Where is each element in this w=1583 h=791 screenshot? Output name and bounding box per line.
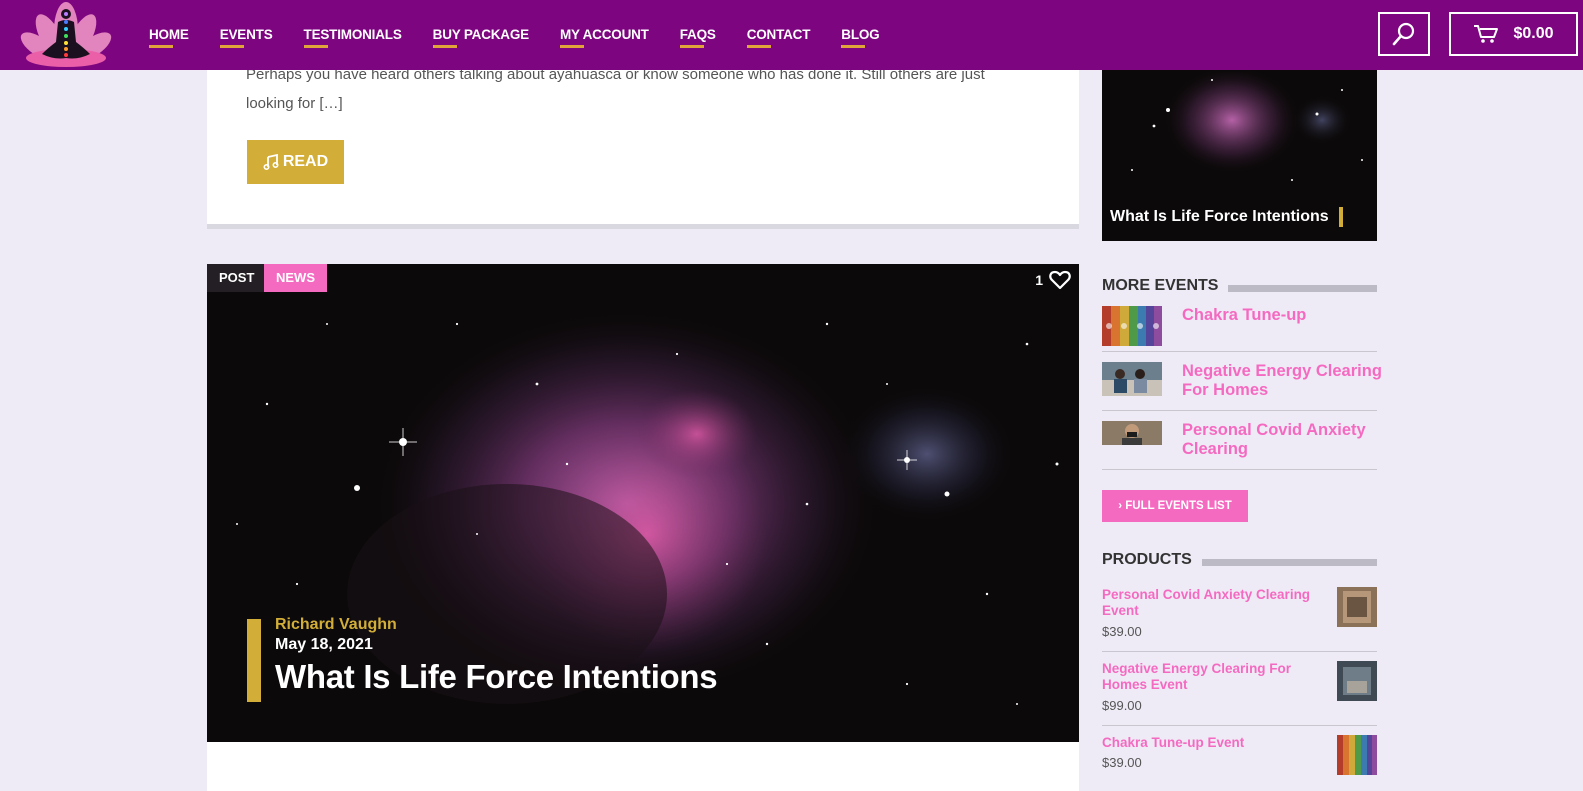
products-heading-text: PRODUCTS [1102, 551, 1192, 568]
heading-divider [1201, 558, 1377, 566]
nav-testimonials[interactable]: TESTIMONIALS [303, 27, 402, 48]
search-button[interactable] [1378, 12, 1430, 56]
product-thumb [1337, 587, 1377, 627]
product-thumb [1337, 735, 1377, 775]
event-item-covid-anxiety[interactable]: Personal Covid Anxiety Clearing [1102, 421, 1377, 470]
main-nav: HOME EVENTS TESTIMONIALS BUY PACKAGE MY … [149, 0, 910, 70]
event-thumb-chakra [1102, 306, 1162, 346]
post-card-previous: Perhaps you have heard others talking ab… [207, 60, 1079, 229]
nav-my-account[interactable]: MY ACCOUNT [559, 27, 649, 48]
nav-contact[interactable]: CONTACT [746, 27, 810, 48]
post-date: May 18, 2021 [275, 636, 373, 653]
accent-bar [247, 619, 261, 702]
sidebar-featured-title-text: What Is Life Force Intentions [1110, 208, 1329, 225]
music-note-icon [263, 154, 279, 170]
product-name[interactable]: Negative Energy Clearing For Homes Event [1102, 661, 1317, 693]
category-tag[interactable]: NEWS [264, 264, 327, 292]
sidebar-featured-title: What Is Life Force Intentions [1110, 207, 1343, 227]
product-price: $39.00 [1102, 755, 1142, 770]
event-item-negative-energy[interactable]: Negative Energy Clearing For Homes [1102, 362, 1382, 411]
heart-icon [1049, 270, 1071, 290]
nav-faqs[interactable]: FAQS [679, 27, 716, 48]
event-title[interactable]: Negative Energy Clearing For Homes [1182, 362, 1382, 400]
like-counter[interactable]: 1 [1035, 270, 1071, 290]
more-events-heading-text: MORE EVENTS [1102, 277, 1219, 294]
event-thumb-covid-anxiety [1102, 421, 1162, 445]
like-count: 1 [1035, 272, 1043, 288]
product-item-negative-energy[interactable]: Negative Energy Clearing For Homes Event… [1102, 661, 1377, 726]
heading-divider [1228, 284, 1377, 292]
product-name[interactable]: Personal Covid Anxiety Clearing Event [1102, 587, 1317, 619]
nav-blog[interactable]: BLOG [841, 27, 880, 48]
post-title[interactable]: What Is Life Force Intentions [275, 658, 718, 696]
site-logo[interactable] [20, 0, 112, 70]
search-icon [1392, 22, 1415, 46]
event-thumb-negative-energy [1102, 362, 1162, 396]
cart-total: $0.00 [1513, 25, 1554, 42]
product-name[interactable]: Chakra Tune-up Event [1102, 735, 1317, 751]
read-button[interactable]: READ [247, 140, 344, 184]
full-events-list-button[interactable]: › FULL EVENTS LIST [1102, 490, 1248, 522]
event-item-chakra[interactable]: Chakra Tune-up [1102, 306, 1377, 352]
post-type-tag[interactable]: POST [207, 264, 267, 292]
site-header: HOME EVENTS TESTIMONIALS BUY PACKAGE MY … [0, 0, 1583, 70]
product-thumb [1337, 661, 1377, 701]
event-title[interactable]: Personal Covid Anxiety Clearing [1182, 421, 1382, 459]
cart-icon [1474, 25, 1499, 43]
sidebar-featured-post[interactable]: What Is Life Force Intentions [1102, 60, 1377, 241]
nav-buy-package[interactable]: BUY PACKAGE [432, 27, 529, 48]
featured-post[interactable]: POST NEWS 1 Richard Vaughn May 18, 2021 … [207, 264, 1079, 742]
accent-bar [1338, 207, 1343, 227]
product-item-chakra[interactable]: Chakra Tune-up Event $39.00 [1102, 735, 1377, 791]
product-price: $99.00 [1102, 698, 1142, 713]
post-card-next [207, 742, 1079, 791]
read-label: READ [282, 153, 329, 170]
post-author[interactable]: Richard Vaughn [275, 616, 397, 634]
event-title[interactable]: Chakra Tune-up [1182, 306, 1382, 325]
products-heading: PRODUCTS [1102, 551, 1377, 569]
product-price: $39.00 [1102, 624, 1142, 639]
nav-events[interactable]: EVENTS [219, 27, 273, 48]
nav-home[interactable]: HOME [149, 27, 189, 48]
product-item-covid[interactable]: Personal Covid Anxiety Clearing Event $3… [1102, 587, 1377, 652]
cart-button[interactable]: $0.00 [1449, 12, 1578, 56]
more-events-heading: MORE EVENTS [1102, 277, 1377, 295]
